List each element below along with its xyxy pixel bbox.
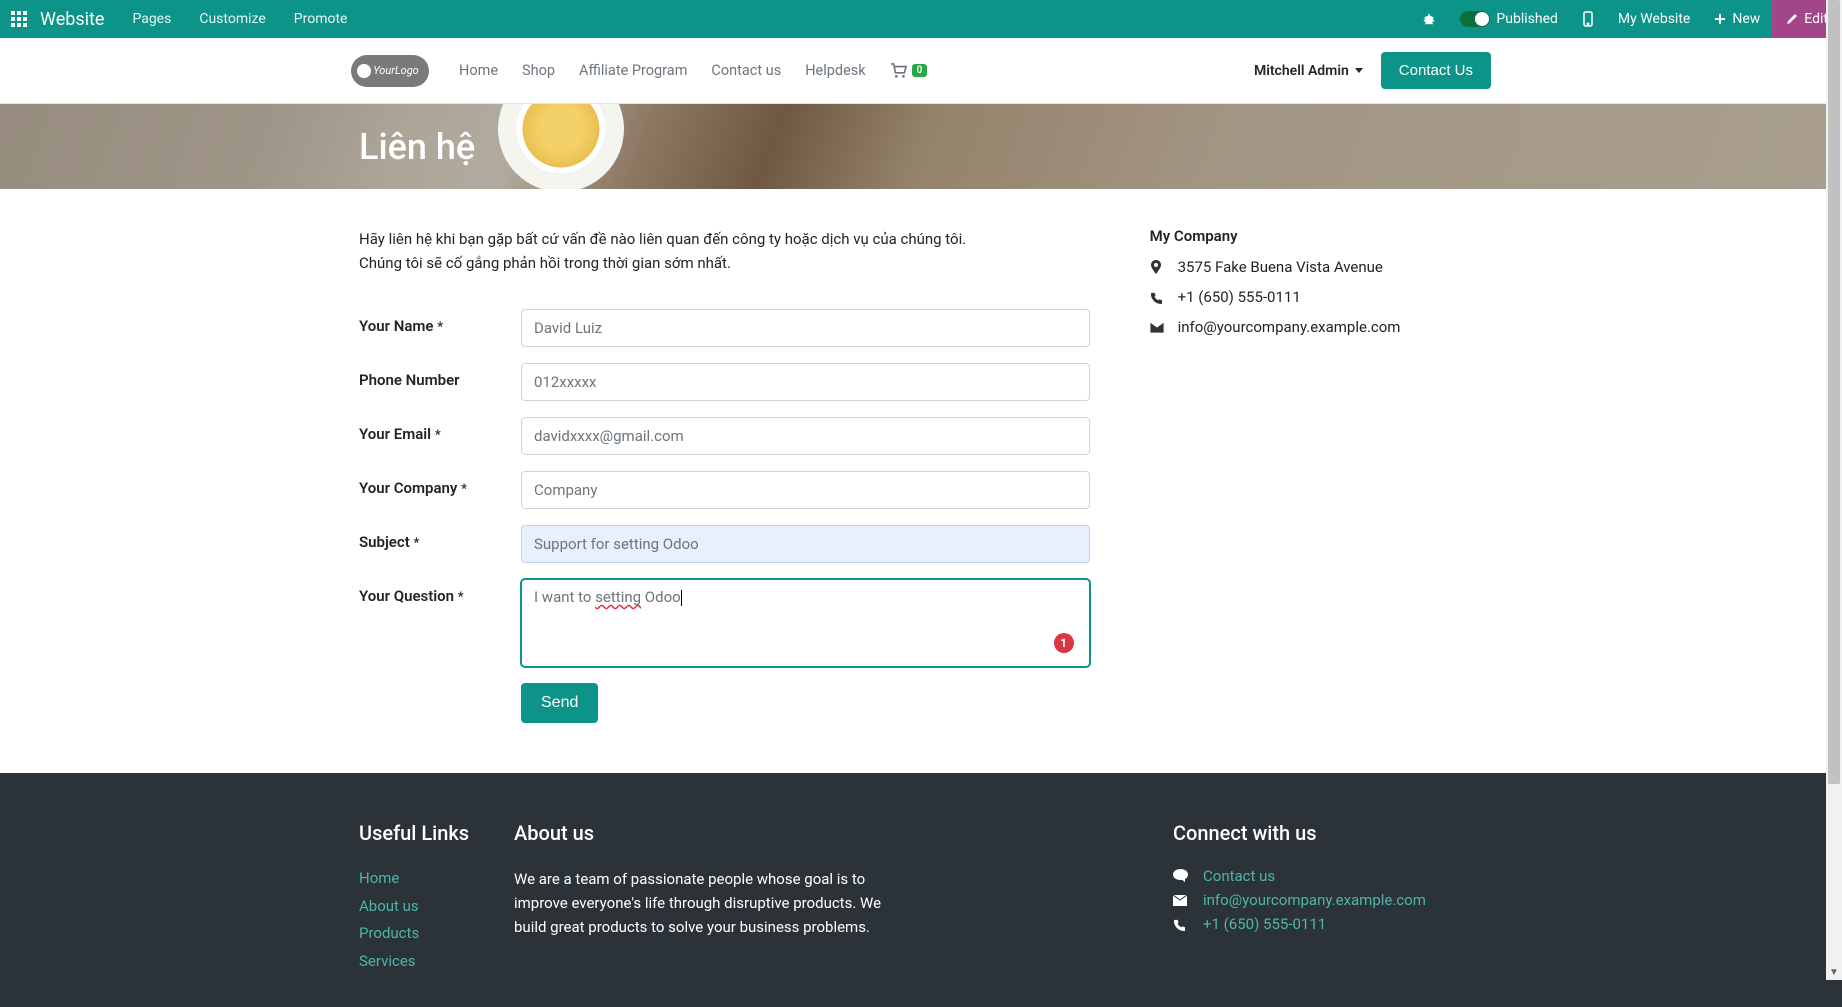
bug-icon[interactable] (1410, 0, 1448, 38)
cart-icon (890, 63, 908, 79)
user-menu[interactable]: Mitchell Admin (1254, 63, 1363, 79)
footer-phone-link[interactable]: +1 (650) 555-0111 (1203, 915, 1326, 933)
name-input[interactable] (521, 309, 1090, 347)
label-subject: Subject * (359, 525, 521, 551)
label-email: Your Email * (359, 417, 521, 443)
footer-contact-link[interactable]: Contact us (1203, 867, 1275, 885)
label-question: Your Question * (359, 579, 521, 605)
company-name: My Company (1150, 227, 1483, 245)
publish-toggle[interactable]: Published (1448, 0, 1569, 38)
nav-affiliate[interactable]: Affiliate Program (567, 62, 699, 79)
email-input[interactable] (521, 417, 1090, 455)
phone-input[interactable] (521, 363, 1090, 401)
company-input[interactable] (521, 471, 1090, 509)
grammar-badge[interactable]: 1 (1054, 633, 1074, 653)
send-button[interactable]: Send (521, 683, 598, 723)
scrollbar[interactable]: ▼ (1826, 0, 1842, 980)
footer-link-about[interactable]: About us (359, 897, 419, 915)
company-info: My Company 3575 Fake Buena Vista Avenue … (1150, 227, 1483, 723)
nav-home[interactable]: Home (447, 62, 510, 79)
site-logo[interactable]: YourLogo (351, 55, 429, 87)
topmenu-pages[interactable]: Pages (118, 0, 185, 38)
page-title: Liên hệ (351, 126, 1491, 168)
label-company: Your Company * (359, 471, 521, 497)
apps-icon[interactable] (0, 0, 38, 38)
cart-badge: 0 (912, 64, 928, 77)
contact-us-button[interactable]: Contact Us (1381, 52, 1491, 89)
site-navbar: YourLogo Home Shop Affiliate Program Con… (0, 38, 1842, 104)
nav-contact[interactable]: Contact us (699, 62, 793, 79)
topmenu-promote[interactable]: Promote (280, 0, 362, 38)
comment-icon (1173, 869, 1189, 883)
published-label: Published (1496, 11, 1557, 27)
page-banner: Liên hệ (0, 104, 1842, 189)
nav-helpdesk[interactable]: Helpdesk (793, 62, 877, 79)
footer-email-link[interactable]: info@yourcompany.example.com (1203, 891, 1426, 909)
footer-link-home[interactable]: Home (359, 869, 399, 887)
app-brand[interactable]: Website (38, 9, 118, 30)
phone-icon (1173, 918, 1189, 931)
footer-about-text: We are a team of passionate people whose… (514, 867, 914, 939)
mobile-icon[interactable] (1570, 0, 1606, 38)
map-marker-icon (1150, 260, 1164, 274)
label-name: Your Name * (359, 309, 521, 335)
cart-button[interactable]: 0 (878, 63, 940, 79)
intro-text: Hãy liên hệ khi bạn gặp bất cứ vấn đề nà… (359, 227, 1090, 275)
footer-link-services[interactable]: Services (359, 952, 416, 970)
envelope-icon (1173, 895, 1189, 906)
footer-connect-title: Connect with us (1173, 821, 1483, 845)
footer-about-title: About us (514, 821, 914, 845)
admin-topbar: Website Pages Customize Promote Publishe… (0, 0, 1842, 38)
chevron-down-icon (1355, 68, 1363, 73)
scroll-down-icon[interactable]: ▼ (1826, 964, 1842, 980)
label-phone: Phone Number (359, 363, 521, 389)
contact-form-area: Hãy liên hệ khi bạn gặp bất cứ vấn đề nà… (359, 227, 1090, 723)
my-website-link[interactable]: My Website (1606, 0, 1702, 38)
new-button[interactable]: New (1702, 0, 1772, 38)
envelope-icon (1150, 322, 1164, 333)
question-textarea[interactable]: I want to setting Odoo (521, 579, 1090, 667)
footer-useful-title: Useful Links (359, 821, 514, 845)
footer-link-products[interactable]: Products (359, 924, 419, 942)
phone-icon (1150, 291, 1164, 304)
subject-input[interactable] (521, 525, 1090, 563)
site-footer: Useful Links Home About us Products Serv… (0, 773, 1842, 1007)
topmenu-customize[interactable]: Customize (185, 0, 279, 38)
nav-shop[interactable]: Shop (510, 62, 567, 79)
